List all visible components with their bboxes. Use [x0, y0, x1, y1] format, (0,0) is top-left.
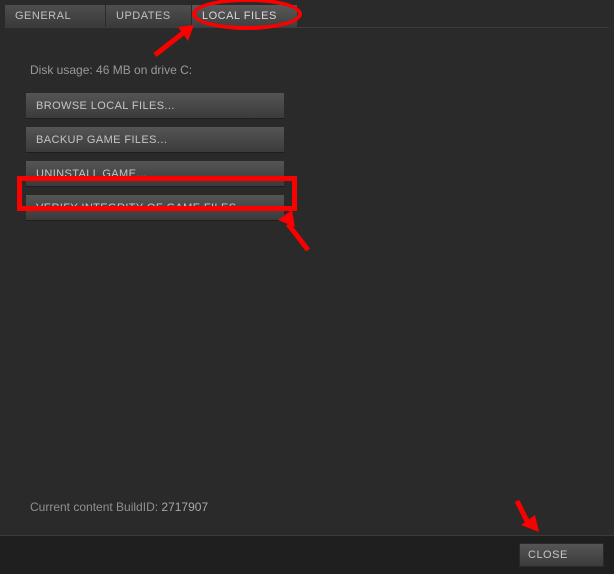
build-id-label: Current content BuildID: 2717907 [30, 500, 208, 514]
tab-updates[interactable]: UPDATES [106, 5, 191, 27]
tab-local-files[interactable]: LOCAL FILES [192, 5, 297, 27]
dialog-footer: CLOSE [0, 535, 614, 574]
uninstall-game-button[interactable]: UNINSTALL GAME... [25, 160, 285, 187]
disk-usage-prefix: Disk usage: [30, 63, 96, 77]
annotation-arrow-to-verify [278, 210, 318, 255]
close-button[interactable]: CLOSE [519, 543, 604, 567]
disk-usage-value: 46 MB on drive C: [96, 63, 192, 77]
disk-usage-label: Disk usage: 46 MB on drive C: [30, 63, 589, 77]
verify-integrity-button[interactable]: VERIFY INTEGRITY OF GAME FILES... [25, 194, 285, 221]
backup-game-files-button[interactable]: BACKUP GAME FILES... [25, 126, 285, 153]
build-id-prefix: Current content BuildID: [30, 500, 161, 514]
tab-bar: GENERAL UPDATES LOCAL FILES [0, 0, 614, 27]
annotation-arrow-to-close [505, 497, 540, 539]
browse-local-files-button[interactable]: BROWSE LOCAL FILES... [25, 92, 285, 119]
tab-general[interactable]: GENERAL [5, 5, 105, 27]
build-id-value: 2717907 [161, 500, 208, 514]
annotation-arrow-to-tab [150, 25, 195, 60]
